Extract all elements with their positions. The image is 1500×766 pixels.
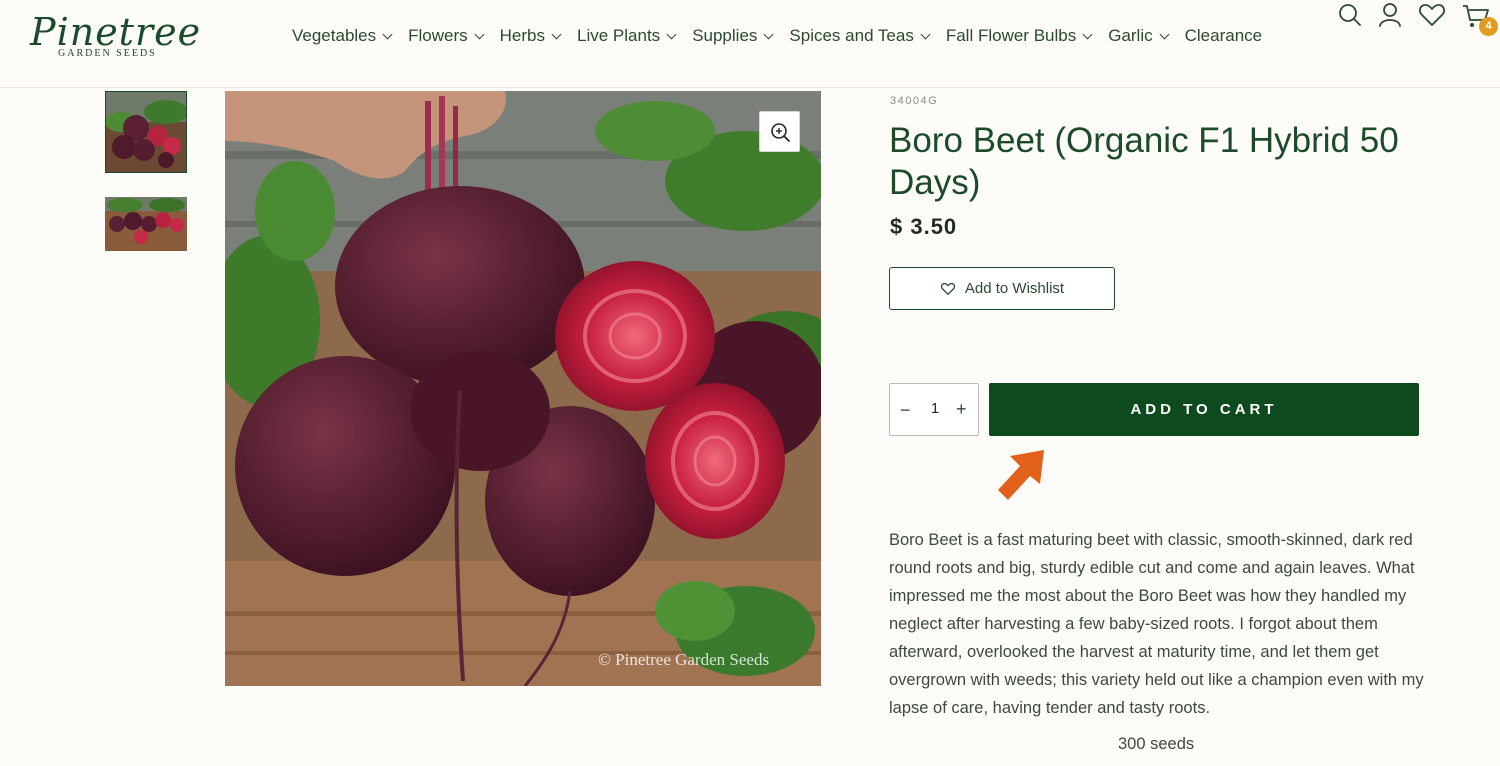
chevron-down-icon <box>474 29 485 39</box>
thumbnail-1[interactable] <box>105 91 187 173</box>
nav-label: Live Plants <box>577 26 661 45</box>
heart-icon <box>940 282 955 295</box>
quantity-increase-button[interactable]: + <box>956 399 967 420</box>
nav-label: Flowers <box>408 26 468 45</box>
chevron-down-icon <box>920 29 931 39</box>
nav-label: Supplies <box>692 26 758 45</box>
add-to-cart-button[interactable]: ADD TO CART <box>989 383 1419 436</box>
zoom-in-icon <box>771 123 790 142</box>
seed-count: 300 seeds <box>1118 735 1195 753</box>
chevron-down-icon <box>1082 29 1093 39</box>
beet-thumbnail-image <box>106 92 186 172</box>
logo-subtext: GARDEN SEEDS <box>58 48 157 59</box>
chevron-down-icon <box>1159 29 1170 39</box>
chevron-down-icon <box>666 29 677 39</box>
cart-count-badge: 4 <box>1479 17 1498 36</box>
nav-label: Vegetables <box>292 26 377 45</box>
nav-label: Clearance <box>1184 26 1263 45</box>
pinetree-logo[interactable]: Pinetree GARDEN SEEDS <box>30 10 205 65</box>
site-header: Pinetree GARDEN SEEDS Vegetables Flowers… <box>0 0 1500 88</box>
chevron-down-icon <box>763 29 774 39</box>
beet-photo <box>225 91 821 686</box>
main-nav: Vegetables Flowers Herbs Live Plants Sup… <box>292 26 1279 46</box>
chevron-down-icon <box>551 29 562 39</box>
nav-item-clearance[interactable]: Clearance <box>1185 26 1263 46</box>
chevron-down-icon <box>382 29 393 39</box>
nav-label: Herbs <box>499 26 546 45</box>
add-to-wishlist-button[interactable]: Add to Wishlist <box>889 267 1115 310</box>
quantity-input[interactable]: 1 <box>926 400 944 417</box>
product-price: $ 3.50 <box>890 214 958 239</box>
nav-item-fall-flower-bulbs[interactable]: Fall Flower Bulbs <box>945 26 1093 46</box>
image-watermark: © Pinetree Garden Seeds <box>598 650 770 669</box>
thumbnail-2[interactable] <box>105 197 187 251</box>
nav-label: Garlic <box>1108 26 1153 45</box>
product-title: Boro Beet (Organic F1 Hybrid 50 Days) <box>889 121 1399 202</box>
nav-item-garlic[interactable]: Garlic <box>1108 26 1170 46</box>
nav-item-live-plants[interactable]: Live Plants <box>577 26 677 46</box>
wishlist-label: Add to Wishlist <box>964 280 1065 297</box>
nav-item-herbs[interactable]: Herbs <box>499 26 562 46</box>
product-sku: 34004G <box>890 95 939 107</box>
add-to-cart-label: ADD TO CART <box>1130 401 1278 418</box>
nav-item-supplies[interactable]: Supplies <box>692 26 774 46</box>
account-icon[interactable] <box>1376 0 1406 30</box>
heart-icon[interactable] <box>1417 0 1447 30</box>
nav-item-spices-and-teas[interactable]: Spices and Teas <box>789 26 931 46</box>
nav-label: Fall Flower Bulbs <box>945 26 1077 45</box>
nav-item-flowers[interactable]: Flowers <box>408 26 485 46</box>
quantity-decrease-button[interactable]: − <box>900 400 911 421</box>
product-description: Boro Beet is a fast maturing beet with c… <box>889 531 1424 717</box>
quantity-stepper: − 1 + <box>889 383 979 436</box>
nav-item-vegetables[interactable]: Vegetables <box>292 26 393 46</box>
product-main-image[interactable] <box>225 91 821 686</box>
zoom-button[interactable] <box>759 111 800 152</box>
orange-arrow-pointer-icon <box>998 450 1044 500</box>
search-icon[interactable] <box>1336 0 1366 30</box>
nav-label: Spices and Teas <box>789 26 914 45</box>
beet-thumbnail-image <box>105 197 187 251</box>
